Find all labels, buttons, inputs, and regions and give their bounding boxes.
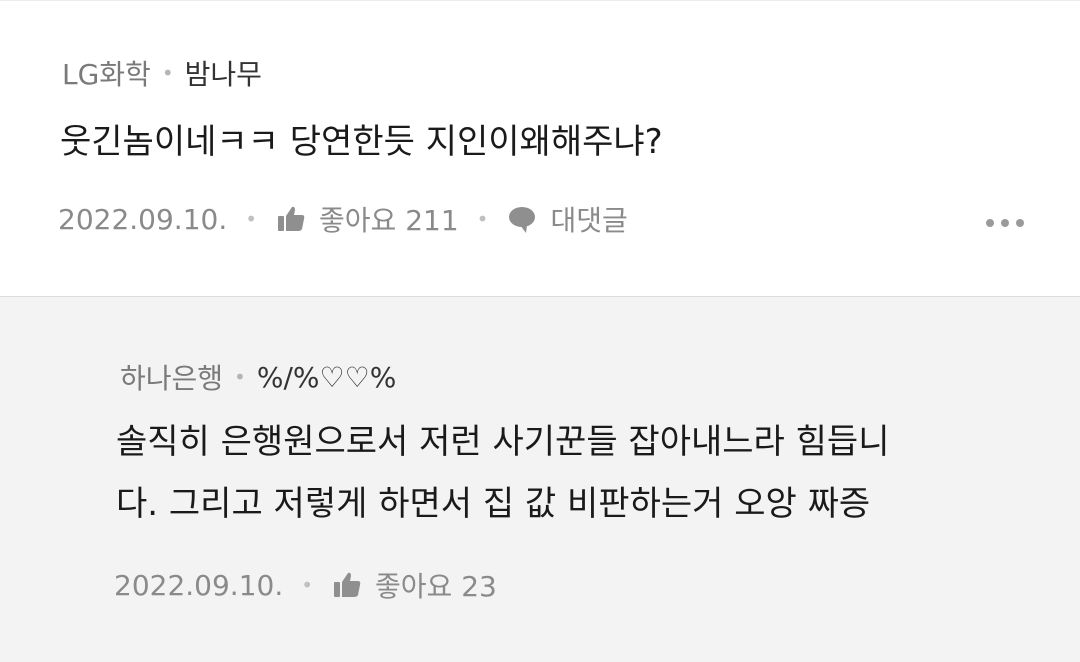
like-count: 좋아요 23 bbox=[375, 570, 497, 603]
comment-list: LG화학 • 밤나무 웃긴놈이네ㅋㅋ 당연한듯 지인이왜해주냐? 2022.09… bbox=[0, 0, 1080, 662]
author-nickname[interactable]: 밤나무 bbox=[185, 53, 262, 93]
comment-text-line-1: 솔직히 은행원으로서 저런 사기꾼들 잡아내느라 힘듭니 bbox=[116, 422, 890, 462]
separator-dot: • bbox=[245, 207, 258, 231]
like-button[interactable]: 좋아요 23 bbox=[331, 565, 497, 605]
reply-button[interactable]: 대댓글 bbox=[506, 199, 628, 239]
comment-text: 웃긴놈이네ㅋㅋ 당연한듯 지인이왜해주냐? bbox=[60, 122, 663, 162]
reply-label: 대댓글 bbox=[550, 204, 628, 237]
author-company[interactable]: LG화학 bbox=[62, 53, 151, 93]
comment-date: 2022.09.10. bbox=[114, 568, 284, 602]
comment-actions: 2022.09.10. • 좋아요 23 bbox=[114, 565, 497, 605]
more-dots-icon[interactable] bbox=[986, 219, 1024, 227]
author-nickname[interactable]: %/%♡♡% bbox=[257, 361, 396, 394]
separator-dot: • bbox=[301, 573, 314, 597]
comment-date: 2022.09.10. bbox=[58, 202, 228, 236]
like-count: 좋아요 211 bbox=[319, 204, 459, 237]
reply-comment-item: 하나은행 • %/%♡♡% 솔직히 은행원으로서 저런 사기꾼들 잡아내느라 힘… bbox=[0, 296, 1080, 662]
separator-dot: • bbox=[234, 365, 246, 389]
comment-meta: LG화학 • 밤나무 bbox=[62, 53, 262, 93]
like-button[interactable]: 좋아요 211 bbox=[275, 199, 459, 239]
comment-item: LG화학 • 밤나무 웃긴놈이네ㅋㅋ 당연한듯 지인이왜해주냐? 2022.09… bbox=[0, 0, 1080, 296]
comment-text-line-2: 다. 그리고 저렇게 하면서 집 값 비판하는거 오앙 짜증 bbox=[116, 484, 871, 524]
separator-dot: • bbox=[476, 207, 489, 231]
thumbs-up-icon bbox=[331, 569, 363, 601]
separator-dot: • bbox=[161, 61, 174, 85]
thumbs-up-icon bbox=[275, 203, 307, 235]
comment-actions: 2022.09.10. • 좋아요 211 • 대댓글 bbox=[58, 199, 628, 239]
speech-bubble-icon bbox=[506, 203, 538, 235]
author-company[interactable]: 하나은행 bbox=[120, 357, 223, 397]
comment-meta: 하나은행 • %/%♡♡% bbox=[120, 357, 396, 397]
